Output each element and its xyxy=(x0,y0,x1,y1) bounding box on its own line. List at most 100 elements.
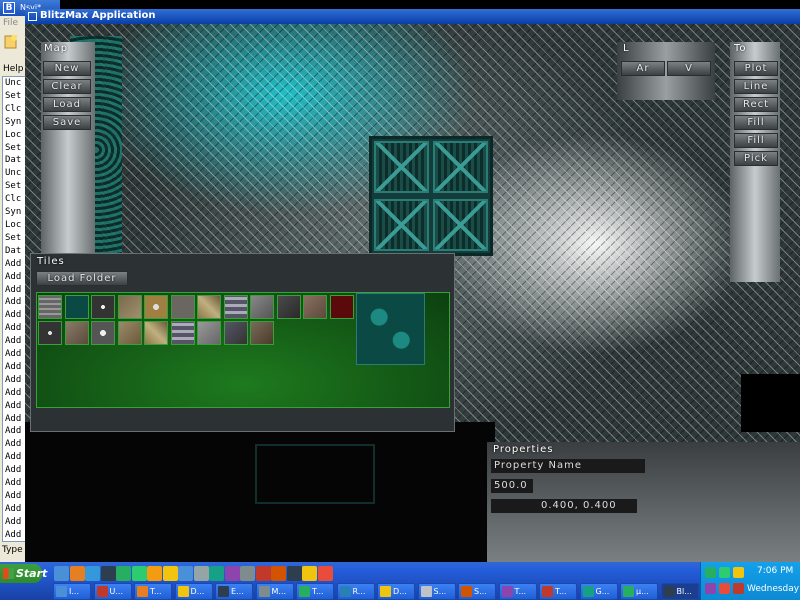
fill-tool-button[interactable]: Fill xyxy=(734,115,778,130)
layer-v-button[interactable]: V xyxy=(667,61,711,76)
rect-tool-button[interactable]: Rect xyxy=(734,97,778,112)
quick-launch-icon[interactable] xyxy=(85,566,100,581)
log-line[interactable]: Add xyxy=(3,374,25,387)
file-menu[interactable]: File xyxy=(3,18,18,28)
taskbar-button[interactable]: T... xyxy=(296,583,334,600)
log-line[interactable]: Add xyxy=(3,271,25,284)
log-line[interactable]: Loc xyxy=(3,219,25,232)
log-line[interactable]: Add xyxy=(3,503,25,516)
quick-launch-icon[interactable] xyxy=(317,566,333,581)
tile-swatch[interactable] xyxy=(223,295,248,319)
vector-field[interactable]: 0.400, 0.400 xyxy=(491,499,637,513)
log-line[interactable]: Add xyxy=(3,348,25,361)
tray-alert-icon[interactable] xyxy=(733,583,744,594)
taskbar-button[interactable]: R... xyxy=(336,583,375,600)
log-line[interactable]: Add xyxy=(3,413,25,426)
log-line[interactable]: Unc xyxy=(3,77,25,90)
taskbar-button[interactable]: D... xyxy=(377,583,415,600)
tile-swatch[interactable] xyxy=(170,321,195,345)
property-name-field[interactable]: Property Name xyxy=(491,459,645,473)
log-line[interactable]: Set xyxy=(3,180,25,193)
log-line[interactable]: Add xyxy=(3,490,25,503)
clock-time[interactable]: 7:06 PM xyxy=(757,566,793,576)
quick-launch-icon[interactable] xyxy=(271,566,286,581)
taskbar-button[interactable]: Bl... xyxy=(660,583,699,600)
tile-swatch[interactable] xyxy=(117,295,142,319)
tile-swatch[interactable] xyxy=(329,295,354,319)
quick-launch-icon[interactable] xyxy=(162,566,178,581)
tile-swatch[interactable] xyxy=(197,321,221,345)
log-line[interactable]: Add xyxy=(3,425,25,438)
tile-swatch[interactable] xyxy=(91,295,115,319)
log-listbox[interactable]: Unc Set Clc Syn Loc Set Dat Unc Set Clc Syn Loc Set D… xyxy=(2,76,26,542)
taskbar-button[interactable]: T... xyxy=(539,583,577,600)
quick-launch-icon[interactable] xyxy=(54,566,69,581)
blitzmax-titlebar[interactable]: BlitzMax Application xyxy=(25,9,800,24)
quick-launch-icon[interactable] xyxy=(147,566,162,581)
quick-launch-icon[interactable] xyxy=(69,566,85,581)
log-line[interactable]: Set xyxy=(3,90,25,103)
blitzmax-window[interactable]: BlitzMax Application Map New Clear Load … xyxy=(25,9,800,562)
tray-volume-icon[interactable] xyxy=(733,567,744,578)
log-line[interactable]: Add xyxy=(3,451,25,464)
plot-tool-button[interactable]: Plot xyxy=(734,61,778,76)
tile-swatch[interactable] xyxy=(250,321,274,345)
tile-swatch[interactable] xyxy=(91,321,115,345)
pick-tool-button[interactable]: Pick xyxy=(734,151,778,166)
tile-swatch[interactable] xyxy=(276,295,301,319)
save-button[interactable]: Save xyxy=(43,115,91,130)
tile-swatch[interactable] xyxy=(303,295,327,319)
new-button[interactable]: New xyxy=(43,61,91,76)
quick-launch-icon[interactable] xyxy=(131,566,147,581)
log-line[interactable]: Add xyxy=(3,464,25,477)
log-line[interactable]: Add xyxy=(3,361,25,374)
tile-swatch[interactable] xyxy=(197,295,221,319)
quick-launch-icon[interactable] xyxy=(302,566,317,581)
log-line[interactable]: Dat xyxy=(3,245,25,258)
log-line[interactable]: Add xyxy=(3,387,25,400)
log-line[interactable]: Add xyxy=(3,296,25,309)
tray-update-icon[interactable] xyxy=(719,583,730,594)
log-line[interactable]: Loc xyxy=(3,129,25,142)
log-line[interactable]: Add xyxy=(3,284,25,297)
map-canvas[interactable]: Map New Clear Load Save L Ar V To Plot L… xyxy=(25,24,800,562)
help-menu[interactable]: Help xyxy=(3,64,24,74)
log-line[interactable]: Add xyxy=(3,309,25,322)
tray-network-icon[interactable] xyxy=(719,567,730,578)
tile-swatch[interactable] xyxy=(117,321,142,345)
load-button[interactable]: Load xyxy=(43,97,91,112)
log-line[interactable]: Syn xyxy=(3,116,25,129)
log-line[interactable]: Set xyxy=(3,232,25,245)
log-line[interactable]: Add xyxy=(3,258,25,271)
taskbar-button[interactable]: D... xyxy=(174,583,213,600)
taskbar-button[interactable]: U... xyxy=(93,583,132,600)
tile-swatch[interactable] xyxy=(38,321,62,345)
tray-app-icon[interactable] xyxy=(705,567,716,578)
quick-launch-icon[interactable] xyxy=(116,566,131,581)
tile-swatch[interactable] xyxy=(223,321,248,345)
start-button[interactable]: Start xyxy=(0,564,47,583)
log-line[interactable]: Clc xyxy=(3,193,25,206)
log-line[interactable]: Set xyxy=(3,142,25,155)
line-tool-button[interactable]: Line xyxy=(734,79,778,94)
quick-launch-icon[interactable] xyxy=(286,566,302,581)
quick-launch-icon[interactable] xyxy=(240,566,255,581)
log-line[interactable]: Unc xyxy=(3,167,25,180)
quick-launch-icon[interactable] xyxy=(224,566,240,581)
taskbar-button[interactable]: E... xyxy=(215,583,253,600)
layer-ar-button[interactable]: Ar xyxy=(621,61,665,76)
toolbar-icon[interactable] xyxy=(2,33,20,51)
tile-swatch[interactable] xyxy=(170,295,195,319)
quick-launch-icon[interactable] xyxy=(100,566,116,581)
log-line[interactable]: Add xyxy=(3,335,25,348)
quick-launch-icon[interactable] xyxy=(193,566,209,581)
tile-swatch[interactable] xyxy=(144,295,168,319)
quick-launch-icon[interactable] xyxy=(178,566,193,581)
tile-swatch[interactable] xyxy=(144,321,168,345)
log-line[interactable]: Add xyxy=(3,322,25,335)
fill-tool-button-2[interactable]: Fill xyxy=(734,133,778,148)
taskbar-button[interactable]: S... xyxy=(417,583,456,600)
tile-swatch[interactable] xyxy=(64,295,89,319)
value-field[interactable]: 500.0 xyxy=(491,479,533,493)
tray-security-icon[interactable] xyxy=(705,583,716,594)
